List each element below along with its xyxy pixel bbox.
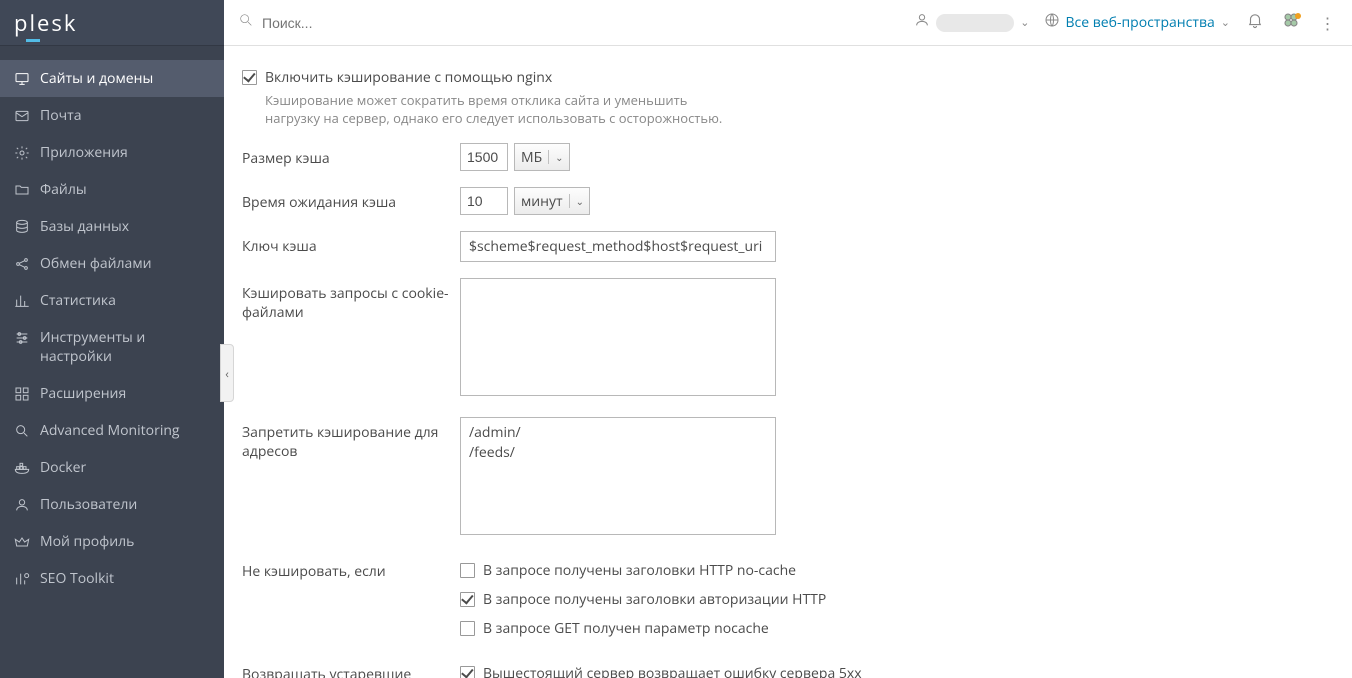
globe-icon <box>1044 12 1060 33</box>
search-input[interactable] <box>262 15 542 31</box>
seo-icon <box>14 571 30 587</box>
sidebar-item-7[interactable]: Инструменты и настройки <box>0 319 224 375</box>
nocache-opt-checkbox-1[interactable] <box>460 592 475 607</box>
cache-size-unit-select[interactable]: МБ ⌄ <box>514 143 570 171</box>
monitor-icon <box>14 71 30 87</box>
disable-for-label: Запретить кэширование для адресов <box>242 417 460 540</box>
bell-icon <box>1246 11 1264 34</box>
page-content: Включить кэширование с помощью nginx Кэш… <box>224 46 1352 678</box>
nocache-opt-label-1: В запросе получены заголовки авторизации… <box>483 590 826 609</box>
sidebar-item-5[interactable]: Обмен файлами <box>0 245 224 282</box>
user-icon <box>914 12 930 33</box>
sidebar-item-label: Расширения <box>40 384 126 403</box>
cache-cookies-label: Кэшировать запросы с cookie-файлами <box>242 278 460 401</box>
cache-size-input[interactable] <box>460 143 508 171</box>
disable-for-textarea[interactable] <box>460 417 776 535</box>
username-placeholder <box>936 14 1014 32</box>
sidebar-item-13[interactable]: SEO Toolkit <box>0 560 224 597</box>
chart-icon <box>14 293 30 309</box>
sidebar-item-label: Сайты и домены <box>40 69 153 88</box>
search-icon <box>238 12 254 33</box>
cache-timeout-label: Время ожидания кэша <box>242 187 460 215</box>
stale-label: Возвращать устаревшие <box>242 659 460 678</box>
chevron-down-icon: ⌄ <box>1020 15 1029 30</box>
sidebar-item-label: Advanced Monitoring <box>40 421 180 440</box>
sidebar-item-label: Пользователи <box>40 495 137 514</box>
gear-icon <box>14 145 30 161</box>
sidebar-item-label: Инструменты и настройки <box>40 328 210 366</box>
sidebar-item-label: Статистика <box>40 291 116 310</box>
sidebar: plesk Сайты и домены Почта Приложения Файлы… <box>0 0 224 678</box>
cache-size-label: Размер кэша <box>242 143 460 171</box>
chevron-down-icon: ⌄ <box>1221 15 1230 30</box>
nocache-opt-label-2: В запросе GET получен параметр nocache <box>483 619 769 638</box>
cache-cookies-textarea[interactable] <box>460 278 776 396</box>
sidebar-item-11[interactable]: Пользователи <box>0 486 224 523</box>
chevron-left-icon: ‹ <box>225 365 229 382</box>
folder-icon <box>14 182 30 198</box>
cache-key-input[interactable] <box>460 231 776 262</box>
extensions-button[interactable] <box>1280 12 1302 34</box>
chevron-down-icon: ⌄ <box>569 194 584 208</box>
more-menu[interactable]: ⋮ <box>1316 12 1338 34</box>
nocache-if-label: Не кэшировать, если <box>242 556 460 643</box>
user-menu[interactable]: ⌄ <box>914 12 1029 33</box>
sidebar-item-label: Базы данных <box>40 217 129 236</box>
sidebar-item-8[interactable]: Расширения <box>0 375 224 412</box>
grid-icon <box>14 386 30 402</box>
nocache-opt-label-0: В запросе получены заголовки HTTP no-cac… <box>483 561 796 580</box>
topbar: ⌄ Все веб-пространства ⌄ ⋮ <box>224 0 1352 46</box>
sidebar-item-0[interactable]: Сайты и домены <box>0 60 224 97</box>
sidebar-item-label: Приложения <box>40 143 128 162</box>
sidebar-item-label: Почта <box>40 106 81 125</box>
collapse-sidebar-toggle[interactable]: ‹ <box>220 344 234 402</box>
more-vertical-icon: ⋮ <box>1320 12 1335 34</box>
sidebar-nav: Сайты и домены Почта Приложения Файлы Базы д… <box>0 46 224 597</box>
sidebar-item-10[interactable]: Docker <box>0 449 224 486</box>
enable-caching-hint: Кэширование может сократить время отклик… <box>265 91 745 127</box>
chevron-down-icon: ⌄ <box>548 150 563 164</box>
notifications-button[interactable] <box>1244 12 1266 34</box>
sidebar-item-label: SEO Toolkit <box>40 569 114 588</box>
stale-opt-label-0: Вышестоящий сервер возвращает ошибку сер… <box>483 664 862 678</box>
sidebar-item-label: Обмен файлами <box>40 254 152 273</box>
share-icon <box>14 256 30 272</box>
sliders-icon <box>14 330 30 346</box>
subscriptions-label: Все веб-пространства <box>1066 13 1215 32</box>
crown-icon <box>14 534 30 550</box>
database-icon <box>14 219 30 235</box>
cache-timeout-unit-select[interactable]: минут ⌄ <box>514 187 590 215</box>
sidebar-item-9[interactable]: Advanced Monitoring <box>0 412 224 449</box>
sidebar-item-4[interactable]: Базы данных <box>0 208 224 245</box>
cache-key-label: Ключ кэша <box>242 231 460 262</box>
badge-dot <box>1295 13 1301 19</box>
docker-icon <box>14 460 30 476</box>
nocache-opt-checkbox-0[interactable] <box>460 563 475 578</box>
sidebar-item-label: Файлы <box>40 180 87 199</box>
sidebar-item-12[interactable]: Мой профиль <box>0 523 224 560</box>
cache-timeout-input[interactable] <box>460 187 508 215</box>
magnify-icon <box>14 423 30 439</box>
enable-caching-label: Включить кэширование с помощью nginx <box>265 68 552 87</box>
stale-opt-checkbox-0[interactable] <box>460 666 475 678</box>
subscriptions-menu[interactable]: Все веб-пространства ⌄ <box>1044 12 1230 33</box>
sidebar-item-2[interactable]: Приложения <box>0 134 224 171</box>
enable-caching-checkbox[interactable] <box>242 70 257 85</box>
sidebar-item-6[interactable]: Статистика <box>0 282 224 319</box>
logo[interactable]: plesk <box>0 0 224 46</box>
sidebar-item-1[interactable]: Почта <box>0 97 224 134</box>
sidebar-item-3[interactable]: Файлы <box>0 171 224 208</box>
sidebar-item-label: Docker <box>40 458 86 477</box>
mail-icon <box>14 108 30 124</box>
user-icon <box>14 497 30 513</box>
nocache-opt-checkbox-2[interactable] <box>460 621 475 636</box>
sidebar-item-label: Мой профиль <box>40 532 134 551</box>
